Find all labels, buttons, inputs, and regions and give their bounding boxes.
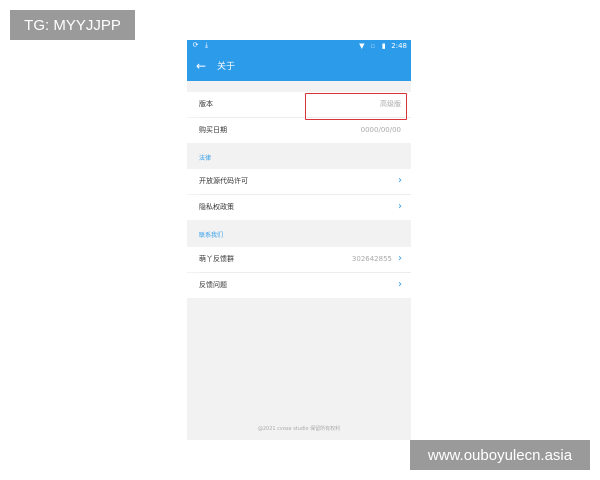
feedback-group-label: 萌丫反馈群 xyxy=(199,255,234,263)
version-label: 版本 xyxy=(199,100,213,108)
download-icon: ⤓ xyxy=(204,41,209,49)
watermark-bottom: www.ouboyulecn.asia xyxy=(410,440,590,470)
open-source-label: 开放源代码许可 xyxy=(199,177,248,185)
feedback-issue-row[interactable]: 反馈问题 › xyxy=(187,273,411,298)
contact-section-header: 联系我们 xyxy=(199,232,224,239)
feedback-group-value: 302642855 xyxy=(351,255,392,263)
chevron-right-icon: › xyxy=(398,201,402,212)
copyright-footer: @2021 cvose studio 保留所有权利 xyxy=(257,426,341,432)
status-time: 2:48 xyxy=(391,42,407,50)
highlight-box xyxy=(305,93,407,120)
battery-icon: ▮ xyxy=(381,41,386,50)
arrow-left-icon[interactable]: ← xyxy=(196,59,206,73)
status-bar: ⟳ ⤓ ▼ ▫ ▮ 2:48 xyxy=(187,40,411,53)
purchase-date-row: 购买日期 0000/00/00 xyxy=(187,118,411,143)
privacy-row[interactable]: 隐私权政策 › xyxy=(187,195,411,220)
chevron-right-icon: › xyxy=(398,175,402,186)
feedback-issue-label: 反馈问题 xyxy=(199,281,227,289)
feedback-group-row[interactable]: 萌丫反馈群 302642855 › xyxy=(187,247,411,272)
wifi-icon: ▼ xyxy=(359,41,365,50)
sync-icon: ⟳ xyxy=(192,41,199,49)
page-title: 关于 xyxy=(217,62,236,72)
open-source-row[interactable]: 开放源代码许可 › xyxy=(187,169,411,194)
phone-screen: ⟳ ⤓ ▼ ▫ ▮ 2:48 ← 关于 版本 高级版 购买日期 0000/00/… xyxy=(187,40,411,440)
purchase-date-value: 0000/00/00 xyxy=(360,126,401,134)
legal-section-header: 法律 xyxy=(199,155,212,162)
privacy-label: 隐私权政策 xyxy=(199,203,234,211)
app-bar: ← 关于 xyxy=(187,53,411,81)
chevron-right-icon: › xyxy=(398,279,402,290)
no-sim-icon: ▫ xyxy=(370,41,376,50)
purchase-date-label: 购买日期 xyxy=(199,126,227,134)
watermark-top: TG: MYYJJPP xyxy=(10,10,135,40)
chevron-right-icon: › xyxy=(398,253,402,264)
